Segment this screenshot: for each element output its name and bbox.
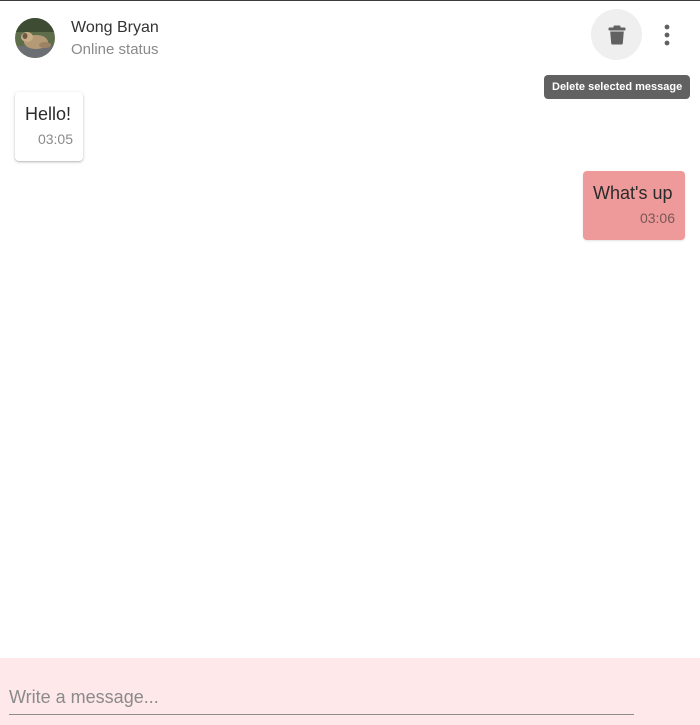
- message-bubble-incoming[interactable]: Hello! 03:05: [15, 92, 83, 161]
- contact-name: Wong Bryan: [71, 19, 159, 36]
- message-composer: [0, 658, 700, 725]
- message-bubble-outgoing[interactable]: What's up 03:06: [583, 171, 685, 240]
- chat-header: Wong Bryan Online status: [0, 1, 700, 73]
- chat-window: Wong Bryan Online status Delete selected…: [0, 0, 700, 725]
- message-text: What's up: [593, 183, 673, 203]
- more-options-button[interactable]: [652, 19, 682, 51]
- delete-tooltip: Delete selected message: [544, 75, 691, 99]
- more-vert-icon: [664, 24, 670, 46]
- avatar-photo-icon: [15, 18, 55, 58]
- message-timestamp: 03:06: [639, 210, 675, 226]
- trash-icon: [608, 25, 625, 44]
- delete-message-button[interactable]: [591, 9, 642, 60]
- message-input[interactable]: [9, 680, 634, 715]
- avatar[interactable]: [15, 18, 55, 58]
- message-text: Hello!: [25, 104, 72, 124]
- message-timestamp: 03:05: [37, 131, 73, 147]
- contact-status: Online status: [71, 41, 159, 58]
